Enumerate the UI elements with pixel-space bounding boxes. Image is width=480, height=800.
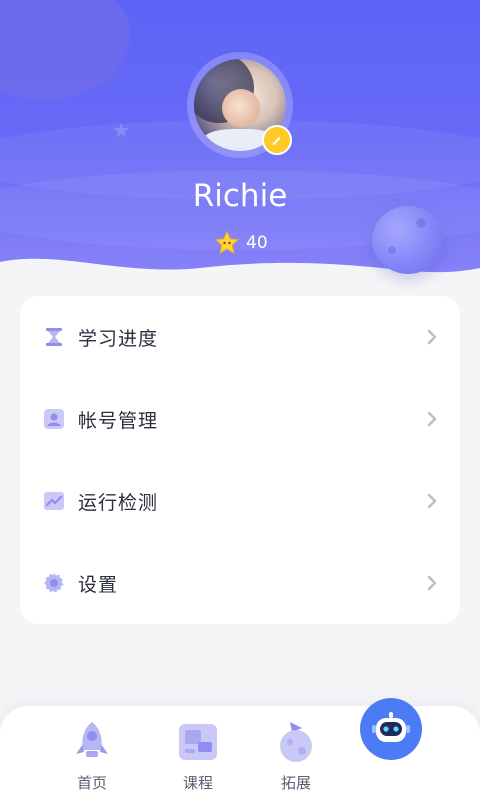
- score-display: 40: [214, 230, 268, 256]
- menu-card: 学习进度 帐号管理 运行检测 设置: [20, 296, 460, 624]
- tab-courses[interactable]: 课程: [152, 706, 244, 800]
- tab-label: 拓展: [280, 774, 311, 792]
- star-icon: [214, 230, 240, 256]
- chevron-right-icon: [424, 329, 440, 345]
- planet-decor-icon: [372, 206, 444, 274]
- edit-avatar-button[interactable]: [262, 125, 292, 155]
- menu-item-learning-progress[interactable]: 学习进度: [20, 296, 460, 378]
- tab-assistant[interactable]: [360, 698, 422, 760]
- user-card-icon: [42, 407, 66, 431]
- menu-item-settings[interactable]: 设置: [20, 542, 460, 624]
- hourglass-icon: [42, 325, 66, 349]
- score-value: 40: [246, 233, 268, 253]
- menu-item-account-management[interactable]: 帐号管理: [20, 378, 460, 460]
- menu-item-run-detection[interactable]: 运行检测: [20, 460, 460, 542]
- chevron-right-icon: [424, 493, 440, 509]
- pencil-icon: [272, 137, 281, 145]
- course-board-icon: [174, 718, 222, 766]
- tab-extension[interactable]: 拓展: [250, 706, 342, 800]
- robot-icon: [372, 712, 410, 742]
- gear-icon: [42, 571, 66, 595]
- menu-item-label: 运行检测: [78, 491, 159, 514]
- username: Richie: [192, 178, 288, 214]
- chart-line-icon: [42, 489, 66, 513]
- planet-icon: [272, 718, 320, 766]
- tab-label: 课程: [182, 774, 213, 792]
- chevron-right-icon: [424, 411, 440, 427]
- menu-item-label: 设置: [78, 573, 119, 596]
- menu-item-label: 学习进度: [78, 327, 159, 350]
- menu-item-label: 帐号管理: [78, 409, 159, 432]
- tab-home[interactable]: 首页: [46, 706, 138, 800]
- tab-label: 首页: [76, 774, 107, 792]
- chevron-right-icon: [424, 575, 440, 591]
- rocket-icon: [68, 718, 116, 766]
